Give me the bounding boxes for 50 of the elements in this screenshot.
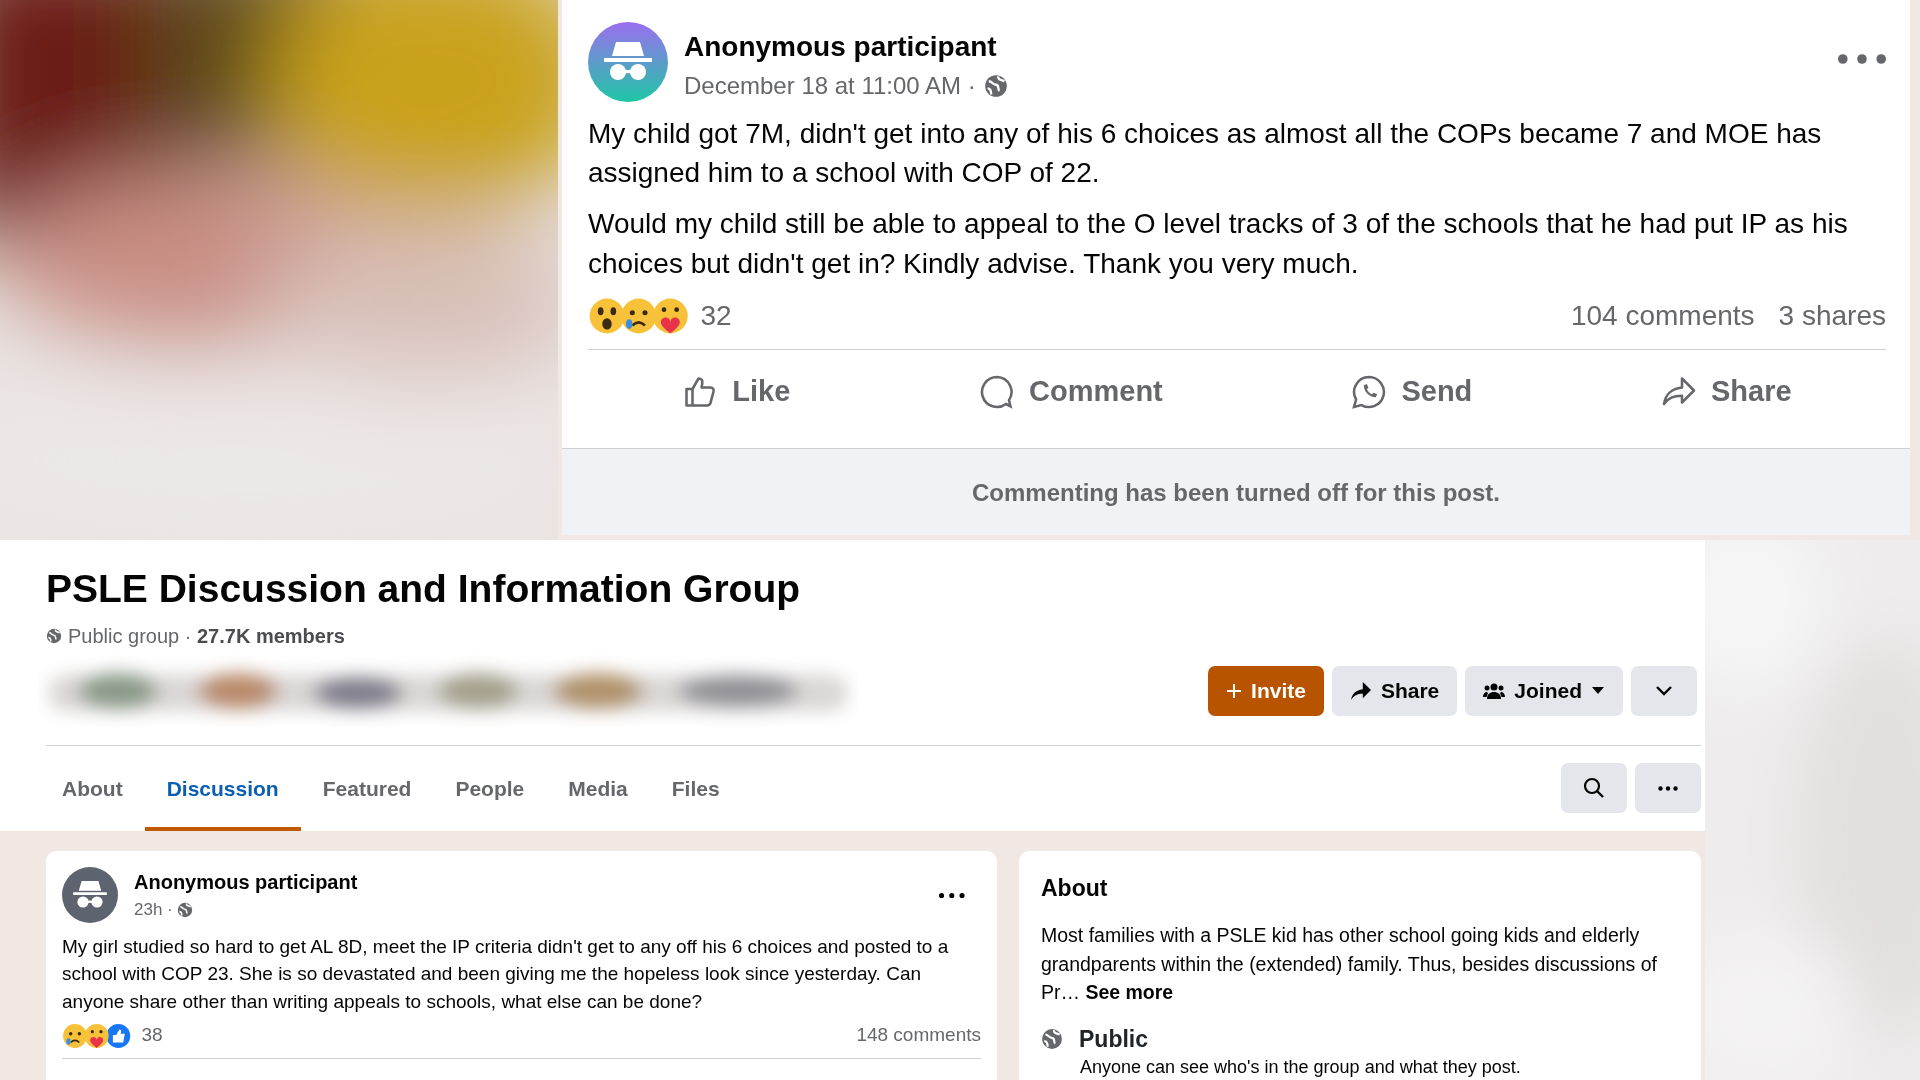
author-name[interactable]: Anonymous participant (684, 26, 1822, 68)
chat-phone-icon (1351, 373, 1388, 410)
globe-icon (1041, 1028, 1063, 1051)
globe-icon (176, 901, 193, 918)
avatar-icon[interactable] (62, 866, 118, 923)
see-more-link[interactable]: See more (1085, 980, 1174, 1003)
share-arrow-icon (1349, 680, 1372, 701)
comment-count[interactable]: 148 comments (856, 1021, 981, 1050)
joined-button[interactable]: Joined (1465, 665, 1623, 716)
send-button[interactable]: Send (1331, 361, 1493, 422)
share-button[interactable]: Share (1331, 665, 1458, 716)
like-button[interactable]: Like (662, 361, 811, 422)
about-text: Most families with a PSLE kid has other school going kids and elderly grandparents within the (extended) family. Thus, besides discussions of Pr… See more (1041, 923, 1659, 1005)
people-icon (1483, 681, 1506, 700)
privacy-title: Public (1079, 1025, 1148, 1055)
more-options-icon[interactable] (939, 892, 965, 899)
share-button[interactable]: Share (1641, 361, 1812, 422)
post-timestamp[interactable]: 23h · (134, 896, 173, 923)
chevron-down-icon (1656, 685, 1672, 696)
reaction-count[interactable]: 38 (141, 1021, 163, 1050)
speech-bubble-icon (979, 373, 1016, 410)
tab[interactable]: Media (546, 745, 650, 831)
globe-icon (46, 627, 62, 644)
more-options-icon (1658, 785, 1678, 791)
tab[interactable]: Featured (300, 745, 434, 831)
comment-count[interactable]: 104 comments (1570, 294, 1755, 337)
share-count[interactable]: 3 shares (1778, 294, 1886, 337)
tab[interactable]: Discussion (144, 745, 301, 831)
group-title: PSLE Discussion and Information Group (46, 566, 802, 612)
privacy-description: Anyone can see who's in the group and what they post. (1080, 1056, 1522, 1079)
post-text: My child got 7M, didn't get into any of his 6 choices as almost all the COPs became 7 and MOE has assigned him to a school with COP of 22. (588, 117, 1823, 191)
about-heading: About (1041, 873, 1109, 903)
tab[interactable]: People (433, 745, 547, 831)
caret-icon (1591, 686, 1605, 696)
comment-button[interactable]: Comment (959, 361, 1183, 422)
search-icon (1583, 777, 1605, 800)
plus-icon (1226, 682, 1243, 699)
post-timestamp[interactable]: December 18 at 11:00 AM · (684, 68, 976, 104)
avatar-icon[interactable] (588, 22, 668, 102)
reaction-count[interactable]: 32 (700, 294, 732, 337)
author-name[interactable]: Anonymous participant (134, 866, 924, 897)
group-meta: Public group · 27.7K members (68, 623, 345, 649)
globe-icon (983, 74, 1008, 98)
invite-button[interactable]: Invite (1208, 665, 1324, 716)
search-button[interactable] (1561, 763, 1627, 814)
tab[interactable]: Files (649, 745, 742, 831)
post-text: Would my child still be able to appeal to the O level tracks of 3 of the schools that he had put IP as his choices but didn't get in? Kindly advise. Thank you very much. (588, 207, 1849, 281)
commenting-off-notice: Commenting has been turned off for this post. (562, 448, 1910, 535)
post-text: My girl studied so hard to get AL 8D, meet the IP criteria didn't get to any off his 6 choices and posted to a school with COP 23. She is so devastated and been giving me the hopeless look since yesterday. Can anyone share other than writing appeals to schools, what else can be done? (62, 934, 950, 1014)
tab[interactable]: About (40, 745, 145, 831)
